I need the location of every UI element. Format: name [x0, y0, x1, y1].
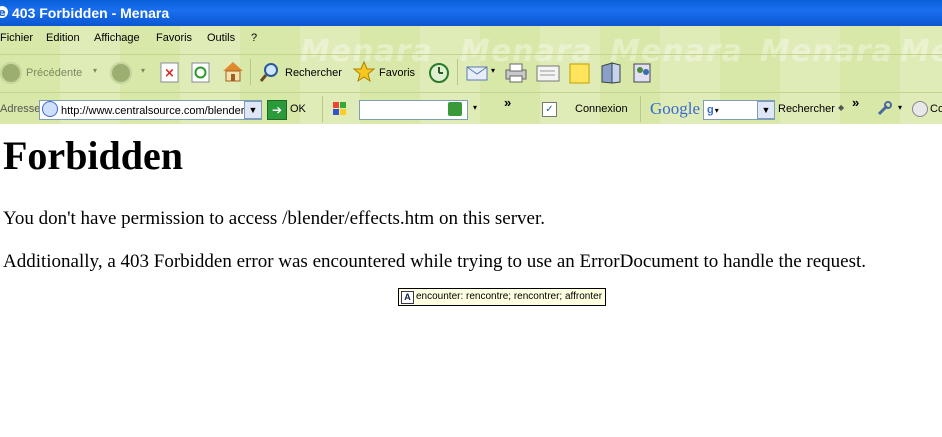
menu-help[interactable]: ? — [251, 32, 257, 44]
wrench-icon[interactable] — [875, 100, 893, 118]
research-book-icon[interactable] — [598, 60, 624, 86]
edit-icon[interactable] — [535, 61, 561, 85]
toolbar-options-icon[interactable]: ◆ — [838, 103, 844, 112]
links-chevron[interactable]: » — [504, 95, 511, 110]
stop-icon[interactable]: × — [160, 62, 180, 84]
back-button-label[interactable]: Précédente — [26, 67, 82, 79]
address-url[interactable]: http://www.centralsource.com/blender — [61, 105, 244, 117]
menu-outils[interactable]: Outils — [207, 32, 235, 44]
go-arrow-icon[interactable]: ➔ — [267, 100, 287, 120]
page-heading: Forbidden — [3, 133, 184, 178]
mail-icon[interactable] — [465, 61, 491, 85]
google-g-icon: g — [707, 104, 714, 116]
window-titlebar: e 403 Forbidden - Menara — [0, 0, 942, 26]
browser-chrome: Menara Menara Menara Menara Menara Fichi… — [0, 26, 942, 124]
menu-affichage[interactable]: Affichage — [94, 32, 140, 44]
address-field[interactable]: http://www.centralsource.com/blender — [39, 100, 262, 120]
svg-text:e: e — [0, 6, 6, 19]
refresh-icon[interactable] — [191, 62, 211, 84]
toolbar-separator — [250, 59, 251, 85]
windows-flag-icon[interactable] — [331, 100, 349, 118]
google-search-button-label[interactable]: Rechercher — [778, 103, 835, 115]
dictionary-icon: A — [401, 291, 414, 304]
standard-toolbar: Précédente ▾ ▾ × Rechercher Favoris ▾ — [0, 54, 942, 91]
address-label: Adresse — [0, 103, 41, 115]
print-icon[interactable] — [503, 61, 529, 85]
forward-dropdown-icon[interactable]: ▾ — [141, 66, 145, 75]
translation-tooltip: A encounter: rencontre; rencontrer; affr… — [398, 288, 607, 306]
history-icon[interactable] — [427, 61, 451, 85]
search-icon[interactable] — [258, 61, 282, 85]
page-content: Forbidden You don't have permission to a… — [0, 124, 942, 437]
menu-bar: Fichier Edition Affichage Favoris Outils… — [0, 26, 942, 52]
back-arrow-icon[interactable] — [0, 62, 22, 84]
menu-favoris[interactable]: Favoris — [156, 32, 192, 44]
truncated-label: Co — [930, 103, 942, 115]
favorites-star-icon[interactable] — [352, 60, 376, 84]
additional-error-message: Additionally, a 403 Forbidden error was … — [3, 251, 867, 272]
svg-text:×: × — [164, 66, 175, 81]
connexion-link[interactable]: Connexion — [575, 103, 628, 115]
quick-search-go-icon[interactable] — [448, 102, 462, 116]
quick-search-dropdown-icon[interactable]: ▾ — [473, 103, 477, 112]
checkbox-icon[interactable]: ✓ — [542, 102, 557, 117]
toolbar-separator — [322, 96, 323, 122]
home-icon[interactable] — [221, 60, 245, 84]
page-favicon — [42, 101, 58, 117]
google-logo: Google — [650, 99, 701, 118]
google-chevron[interactable]: » — [852, 95, 859, 110]
wrench-dropdown-icon[interactable]: ▾ — [898, 103, 902, 112]
menu-edition[interactable]: Edition — [46, 32, 80, 44]
toolbar-separator — [457, 59, 458, 85]
note-icon[interactable] — [567, 61, 593, 85]
address-toolbar: Adresse http://www.centralsource.com/ble… — [0, 92, 942, 124]
ie-icon: e — [0, 6, 8, 19]
menu-fichier[interactable]: Fichier — [0, 32, 33, 44]
toolbar-separator — [640, 96, 641, 122]
tooltip-text: encounter: rencontre; rencontrer; affron… — [416, 291, 603, 302]
go-button-label[interactable]: OK — [290, 103, 306, 115]
google-dropdown-icon[interactable]: ▼ — [757, 101, 775, 119]
mail-dropdown-icon[interactable]: ▾ — [491, 66, 495, 75]
favorites-button-label[interactable]: Favoris — [379, 67, 415, 79]
window-title: 403 Forbidden - Menara — [12, 5, 170, 21]
google-g-dropdown-icon[interactable]: ▾ — [715, 106, 719, 115]
error-message: You don't have permission to access /ble… — [3, 208, 546, 229]
forward-arrow-icon[interactable] — [110, 62, 132, 84]
back-dropdown-icon[interactable]: ▾ — [93, 66, 97, 75]
radio-icon[interactable] — [912, 101, 928, 117]
messenger-icon[interactable] — [630, 60, 656, 86]
search-button-label[interactable]: Rechercher — [285, 67, 342, 79]
address-dropdown-icon[interactable]: ▼ — [244, 101, 262, 119]
